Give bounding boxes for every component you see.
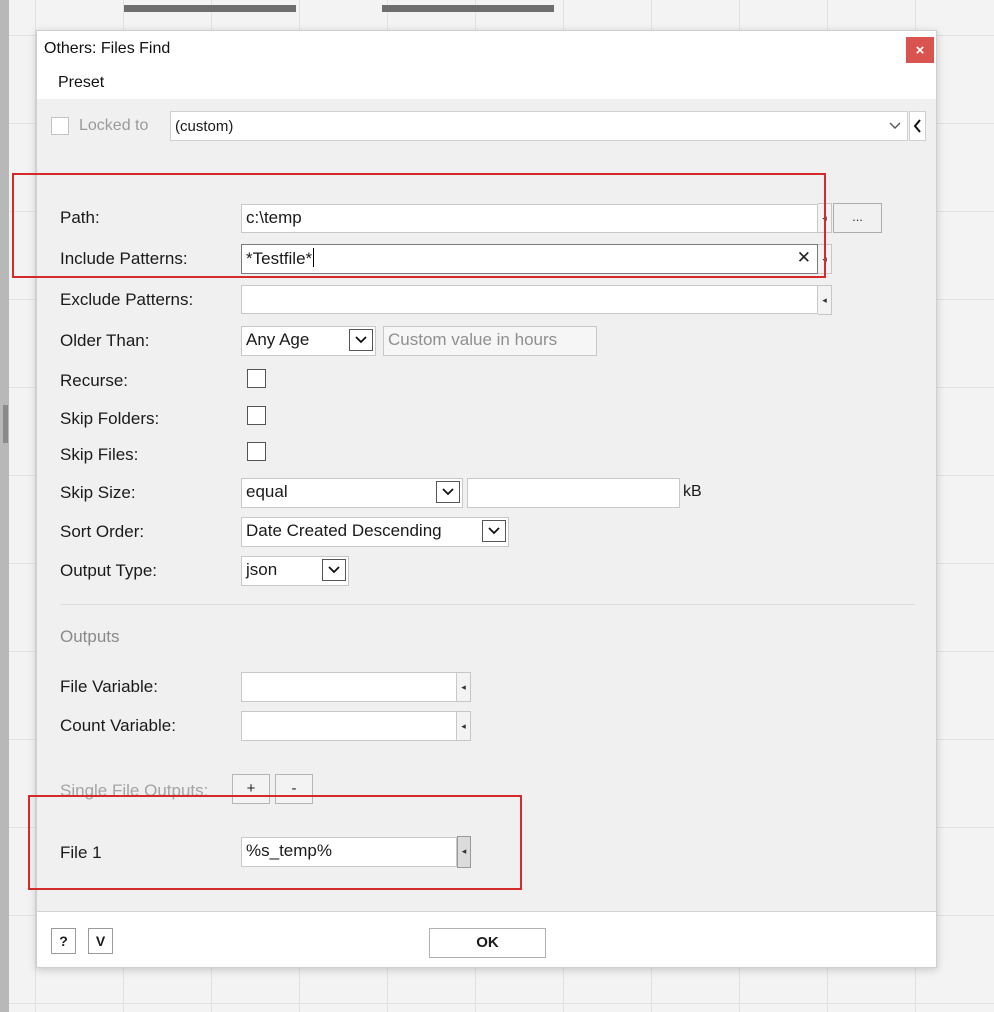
chevron-down-icon: [322, 559, 346, 581]
count-variable-label: Count Variable:: [60, 716, 176, 735]
background-node-bar: [382, 5, 554, 12]
count-variable-button[interactable]: ◂: [457, 711, 471, 741]
remove-output-button[interactable]: -: [275, 774, 313, 804]
output-type-select[interactable]: json: [241, 556, 349, 586]
skip-folders-checkbox[interactable]: [247, 406, 266, 425]
chevron-down-icon: [349, 329, 373, 351]
skip-size-comparator-select[interactable]: equal: [241, 478, 463, 508]
exclude-patterns-input[interactable]: [241, 285, 818, 314]
output-type-value: json: [246, 560, 278, 579]
path-label: Path:: [60, 208, 100, 227]
left-scroll-rail: [0, 0, 9, 1012]
older-than-value: Any Age: [246, 330, 310, 349]
add-output-button[interactable]: +: [232, 774, 270, 804]
file1-value: %s_temp%: [246, 841, 332, 860]
skip-size-comparator-value: equal: [246, 482, 288, 501]
exclude-variable-button[interactable]: ◂: [818, 285, 832, 315]
close-icon: ×: [915, 41, 925, 59]
section-divider: [60, 604, 915, 605]
older-than-custom-input[interactable]: Custom value in hours: [383, 326, 597, 356]
skip-size-input[interactable]: [467, 478, 680, 508]
chevron-down-icon: [889, 122, 901, 129]
file1-label: File 1: [60, 843, 102, 862]
older-than-select[interactable]: Any Age: [241, 326, 376, 356]
path-variable-button[interactable]: ◂: [818, 203, 832, 233]
count-variable-input[interactable]: [241, 711, 457, 741]
include-patterns-label: Include Patterns:: [60, 249, 188, 268]
clear-icon[interactable]: ✕: [797, 248, 811, 268]
sort-order-select[interactable]: Date Created Descending: [241, 517, 509, 547]
browse-button[interactable]: ...: [833, 203, 882, 233]
dialog-title: Others: Files Find: [44, 40, 171, 57]
skip-size-label: Skip Size:: [60, 483, 136, 502]
recurse-checkbox[interactable]: [247, 369, 266, 388]
file1-input[interactable]: %s_temp%: [241, 837, 457, 867]
locked-to-label: Locked to: [79, 117, 149, 134]
include-patterns-value: *Testfile*: [246, 249, 313, 268]
chevron-down-icon: [482, 520, 506, 542]
dialog-body: Locked to (custom) Path: c:\temp ◂ ... I…: [37, 99, 936, 911]
expand-button[interactable]: V: [88, 928, 113, 954]
plus-icon: +: [246, 780, 256, 797]
output-type-label: Output Type:: [60, 561, 158, 580]
path-input[interactable]: c:\temp: [241, 204, 818, 233]
menu-item-preset[interactable]: Preset: [58, 74, 104, 92]
dialog-titlebar[interactable]: Others: Files Find ×: [37, 31, 936, 67]
older-than-custom-placeholder: Custom value in hours: [388, 330, 558, 349]
exclude-patterns-label: Exclude Patterns:: [60, 290, 194, 309]
sort-order-label: Sort Order:: [60, 522, 145, 541]
file-variable-button[interactable]: ◂: [457, 672, 471, 702]
include-patterns-input[interactable]: *Testfile* ✕: [241, 244, 818, 274]
preset-select[interactable]: (custom): [170, 111, 908, 141]
recurse-label: Recurse:: [60, 371, 129, 390]
sort-order-value: Date Created Descending: [246, 521, 442, 540]
outputs-heading: Outputs: [60, 627, 120, 646]
ok-button[interactable]: OK: [429, 928, 546, 958]
left-scroll-handle[interactable]: [3, 405, 8, 443]
skip-files-label: Skip Files:: [60, 445, 139, 464]
skip-size-unit: kB: [683, 483, 702, 500]
single-file-outputs-label: Single File Outputs:: [60, 781, 209, 800]
dialog-footer: ? V OK: [37, 911, 936, 967]
skip-folders-label: Skip Folders:: [60, 409, 160, 428]
browse-button-label: ...: [852, 209, 863, 224]
preset-select-value: (custom): [175, 118, 234, 135]
background-node-bar: [124, 5, 296, 12]
file-variable-input[interactable]: [241, 672, 457, 702]
chevron-left-icon: [913, 119, 921, 133]
text-caret: [313, 248, 315, 267]
file-variable-label: File Variable:: [60, 677, 158, 696]
locked-to-checkbox[interactable]: [51, 117, 69, 135]
skip-files-checkbox[interactable]: [247, 442, 266, 461]
older-than-label: Older Than:: [60, 331, 150, 350]
file1-variable-button[interactable]: ◂: [457, 836, 471, 868]
close-button[interactable]: ×: [906, 37, 934, 63]
include-variable-button[interactable]: ◂: [818, 244, 832, 274]
minus-icon: -: [291, 780, 297, 797]
expand-icon: V: [95, 933, 106, 949]
menu-bar: Preset: [37, 67, 936, 99]
path-input-value: c:\temp: [246, 208, 302, 227]
preset-collapse-button[interactable]: [909, 111, 926, 141]
files-find-dialog: Others: Files Find × Preset Locked to (c…: [36, 30, 937, 968]
help-button[interactable]: ?: [51, 928, 76, 954]
help-icon: ?: [59, 933, 68, 949]
chevron-down-icon: [436, 481, 460, 503]
ok-button-label: OK: [476, 934, 499, 951]
